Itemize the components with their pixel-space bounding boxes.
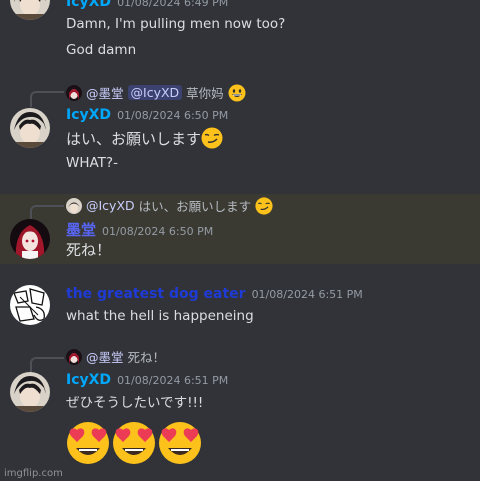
heart-eyes-emoji (156, 418, 204, 466)
avatar-dog-eater[interactable] (10, 285, 50, 325)
reply-preview[interactable]: @IcyXD はい、お願いします (66, 196, 273, 215)
message-text: God damn (66, 42, 137, 58)
username-icyxd[interactable]: IcyXD (66, 107, 111, 123)
username-icyxd[interactable]: IcyXD (66, 0, 111, 10)
message-text: Damn, I'm pulling men now too? (66, 16, 286, 32)
message-timestamp[interactable]: 01/08/2024 6:50 PM (117, 109, 228, 122)
reply-text: 草你妈 (186, 86, 224, 101)
avatar-icyxd[interactable] (10, 108, 50, 148)
reply-mention[interactable]: @墨堂 (86, 347, 124, 366)
reply-text: はい、お願いします (138, 199, 252, 214)
avatar-mini-icyxd (66, 197, 82, 214)
message-timestamp[interactable]: 01/08/2024 6:51 PM (117, 374, 228, 387)
reply-connector (30, 205, 64, 219)
message-text: what the hell is happeneing (66, 308, 254, 324)
grinning-face-emoji (228, 84, 246, 102)
smirking-face-emoji (201, 127, 223, 149)
imgflip-watermark: imgflip.com (4, 468, 63, 479)
reply-text: 死ね！ (127, 350, 166, 365)
heart-eyes-emoji (110, 418, 158, 466)
big-emoji-row (64, 418, 202, 470)
reply-mention-pill[interactable]: @IcyXD (127, 85, 183, 100)
message-text: ぜひそうしたいです!!! (66, 395, 204, 411)
message-text: WHAT?- (66, 155, 118, 171)
message-text: 死ね！ (66, 241, 112, 259)
username-dog-eater[interactable]: the greatest dog eater (66, 286, 246, 302)
reply-connector (30, 91, 64, 107)
avatar-motang[interactable] (10, 219, 50, 259)
heart-eyes-emoji (64, 418, 112, 466)
reply-mention[interactable]: @墨堂 (86, 83, 124, 102)
reply-preview[interactable]: @墨堂 @IcyXD 草你妈 (66, 83, 246, 102)
reply-connector (30, 357, 64, 373)
avatar-icyxd[interactable] (10, 372, 50, 412)
username-motang[interactable]: 墨堂 (66, 221, 96, 239)
reply-preview[interactable]: @墨堂 死ね！ (66, 347, 165, 366)
avatar-mini-motang (66, 348, 82, 365)
username-icyxd[interactable]: IcyXD (66, 372, 111, 388)
message-timestamp[interactable]: 01/08/2024 6:51 PM (252, 288, 363, 301)
smirking-face-emoji (255, 196, 273, 215)
avatar-mini-motang (66, 84, 82, 101)
avatar-icyxd[interactable] (10, 0, 50, 20)
message-text: はい、お願いします (66, 130, 202, 148)
reply-mention[interactable]: @IcyXD (86, 198, 135, 213)
message-timestamp[interactable]: 01/08/2024 6:49 PM (117, 0, 228, 9)
message-timestamp[interactable]: 01/08/2024 6:50 PM (102, 225, 213, 238)
